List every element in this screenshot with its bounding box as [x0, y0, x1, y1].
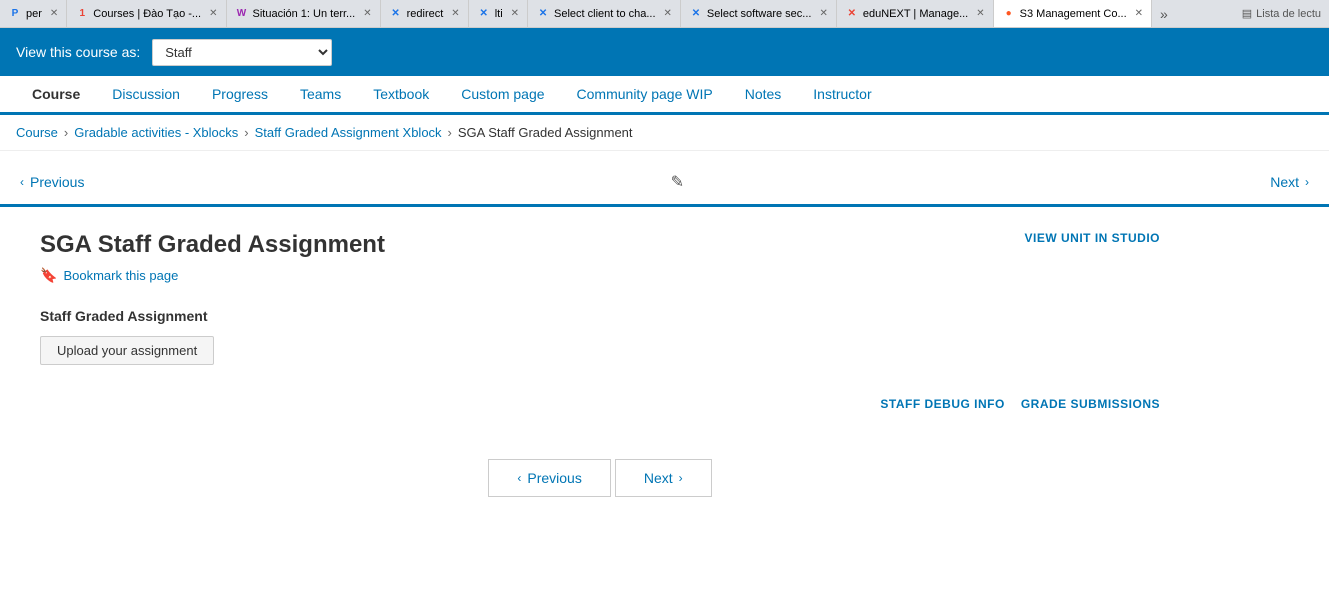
- view-course-bar: View this course as: Staff Student Audit: [0, 28, 1329, 76]
- close-tab-edunext[interactable]: ✕: [972, 8, 984, 19]
- chevron-left-bottom-icon: ‹: [517, 471, 521, 485]
- tab-notes[interactable]: Notes: [729, 76, 798, 115]
- tab-community-page-wip[interactable]: Community page WIP: [561, 76, 729, 115]
- close-tab-select-client[interactable]: ✕: [660, 8, 672, 19]
- breadcrumb-staff-graded-xblock[interactable]: Staff Graded Assignment Xblock: [255, 125, 442, 140]
- more-tabs-button[interactable]: »: [1152, 6, 1176, 22]
- content-area: SGA Staff Graded Assignment 🔖 Bookmark t…: [0, 207, 1200, 561]
- tab-select-client[interactable]: ✕ Select client to cha... ✕: [528, 0, 681, 27]
- view-unit-in-studio-link[interactable]: VIEW UNIT IN STUDIO: [1025, 231, 1161, 245]
- bookmark-label: Bookmark this page: [63, 268, 178, 283]
- browser-tab-bar: P per ✕ 1 Courses | Đào Tạo -... ✕ W Sit…: [0, 0, 1329, 28]
- chevron-right-icon: ›: [1305, 175, 1309, 189]
- tab-favicon-lti: ✕: [477, 7, 491, 21]
- tab-favicon-per: P: [8, 7, 22, 21]
- breadcrumb: Course › Gradable activities - Xblocks ›…: [0, 115, 1329, 151]
- bookmark-icon: 🔖: [40, 267, 57, 284]
- previous-label-bottom: Previous: [527, 470, 581, 486]
- tab-select-software[interactable]: ✕ Select software sec... ✕: [681, 0, 837, 27]
- tab-favicon-select-software: ✕: [689, 7, 703, 21]
- close-tab-situacion[interactable]: ✕: [359, 8, 371, 19]
- tab-situacion[interactable]: W Situación 1: Un terr... ✕: [227, 0, 381, 27]
- page-title: SGA Staff Graded Assignment: [40, 231, 385, 259]
- tab-favicon-edunext: ✕: [845, 7, 859, 21]
- tab-label-situacion: Situación 1: Un terr...: [253, 8, 356, 20]
- tab-favicon-s3: ●: [1002, 7, 1016, 21]
- next-button-bottom[interactable]: Next ›: [615, 459, 712, 497]
- tab-label-select-client: Select client to cha...: [554, 8, 656, 20]
- nav-tabs: Course Discussion Progress Teams Textboo…: [0, 76, 1329, 115]
- tab-label-redirect: redirect: [407, 8, 444, 20]
- breadcrumb-gradable-activities[interactable]: Gradable activities - Xblocks: [74, 125, 238, 140]
- tab-teams[interactable]: Teams: [284, 76, 357, 115]
- close-tab-select-software[interactable]: ✕: [815, 8, 827, 19]
- breadcrumb-course[interactable]: Course: [16, 125, 58, 140]
- bookmark-link[interactable]: 🔖 Bookmark this page: [40, 267, 385, 284]
- tab-label-courses: Courses | Đào Tạo -...: [93, 8, 201, 20]
- tab-favicon-redirect: ✕: [389, 7, 403, 21]
- previous-button-top[interactable]: ‹ Previous: [0, 159, 104, 204]
- previous-label-top: Previous: [30, 174, 84, 190]
- reading-list-label: Lista de lectu: [1256, 8, 1321, 20]
- staff-debug-info-link[interactable]: STAFF DEBUG INFO: [880, 397, 1004, 411]
- breadcrumb-sep-1: ›: [64, 125, 68, 140]
- tab-progress[interactable]: Progress: [196, 76, 284, 115]
- next-button-top[interactable]: Next ›: [1250, 159, 1329, 204]
- tab-favicon-situacion: W: [235, 7, 249, 21]
- nav-center: ✎: [104, 172, 1250, 192]
- tab-label-edunext: eduNEXT | Manage...: [863, 8, 968, 20]
- breadcrumb-sep-3: ›: [448, 125, 452, 140]
- tab-per[interactable]: P per ✕: [0, 0, 67, 27]
- reading-list-icon: ▤: [1242, 7, 1252, 20]
- view-course-select[interactable]: Staff Student Audit: [152, 39, 332, 66]
- tab-favicon-select-client: ✕: [536, 7, 550, 21]
- tab-textbook[interactable]: Textbook: [357, 76, 445, 115]
- upload-assignment-button[interactable]: Upload your assignment: [40, 336, 214, 365]
- tab-instructor[interactable]: Instructor: [797, 76, 887, 115]
- previous-button-bottom[interactable]: ‹ Previous: [488, 459, 610, 497]
- breadcrumb-sep-2: ›: [244, 125, 248, 140]
- tab-courses[interactable]: 1 Courses | Đào Tạo -... ✕: [67, 0, 226, 27]
- edit-icon[interactable]: ✎: [671, 172, 684, 192]
- close-tab-redirect[interactable]: ✕: [447, 8, 459, 19]
- close-tab-courses[interactable]: ✕: [205, 8, 217, 19]
- debug-links-section: STAFF DEBUG INFO GRADE SUBMISSIONS: [40, 397, 1160, 435]
- tab-label-per: per: [26, 8, 42, 20]
- assignment-section: Staff Graded Assignment Upload your assi…: [40, 308, 1160, 365]
- tab-s3[interactable]: ● S3 Management Co... ✕: [994, 0, 1152, 27]
- next-label-top: Next: [1270, 174, 1299, 190]
- reading-list-button[interactable]: ▤ Lista de lectu: [1234, 7, 1329, 20]
- tab-lti[interactable]: ✕ lti ✕: [469, 0, 528, 27]
- breadcrumb-current: SGA Staff Graded Assignment: [458, 125, 633, 140]
- chevron-right-bottom-icon: ›: [679, 471, 683, 485]
- tab-label-select-software: Select software sec...: [707, 8, 812, 20]
- content-title-section: SGA Staff Graded Assignment 🔖 Bookmark t…: [40, 231, 385, 284]
- next-label-bottom: Next: [644, 470, 673, 486]
- content-header: SGA Staff Graded Assignment 🔖 Bookmark t…: [40, 231, 1160, 284]
- tab-redirect[interactable]: ✕ redirect ✕: [381, 0, 469, 27]
- bottom-nav: ‹ Previous Next ›: [40, 435, 1160, 537]
- assignment-section-title: Staff Graded Assignment: [40, 308, 1160, 324]
- close-tab-lti[interactable]: ✕: [507, 8, 519, 19]
- tab-custom-page[interactable]: Custom page: [445, 76, 560, 115]
- tab-favicon-courses: 1: [75, 7, 89, 21]
- close-tab-per[interactable]: ✕: [46, 8, 58, 19]
- grade-submissions-link[interactable]: GRADE SUBMISSIONS: [1021, 397, 1160, 411]
- tab-discussion[interactable]: Discussion: [96, 76, 196, 115]
- tab-course[interactable]: Course: [16, 76, 96, 115]
- close-tab-s3[interactable]: ✕: [1131, 8, 1143, 19]
- tab-edunext[interactable]: ✕ eduNEXT | Manage... ✕: [837, 0, 994, 27]
- content-nav-bar: ‹ Previous ✎ Next ›: [0, 159, 1329, 207]
- view-course-label: View this course as:: [16, 44, 140, 60]
- chevron-left-icon: ‹: [20, 175, 24, 189]
- tab-label-lti: lti: [495, 8, 503, 20]
- tab-label-s3: S3 Management Co...: [1020, 8, 1127, 20]
